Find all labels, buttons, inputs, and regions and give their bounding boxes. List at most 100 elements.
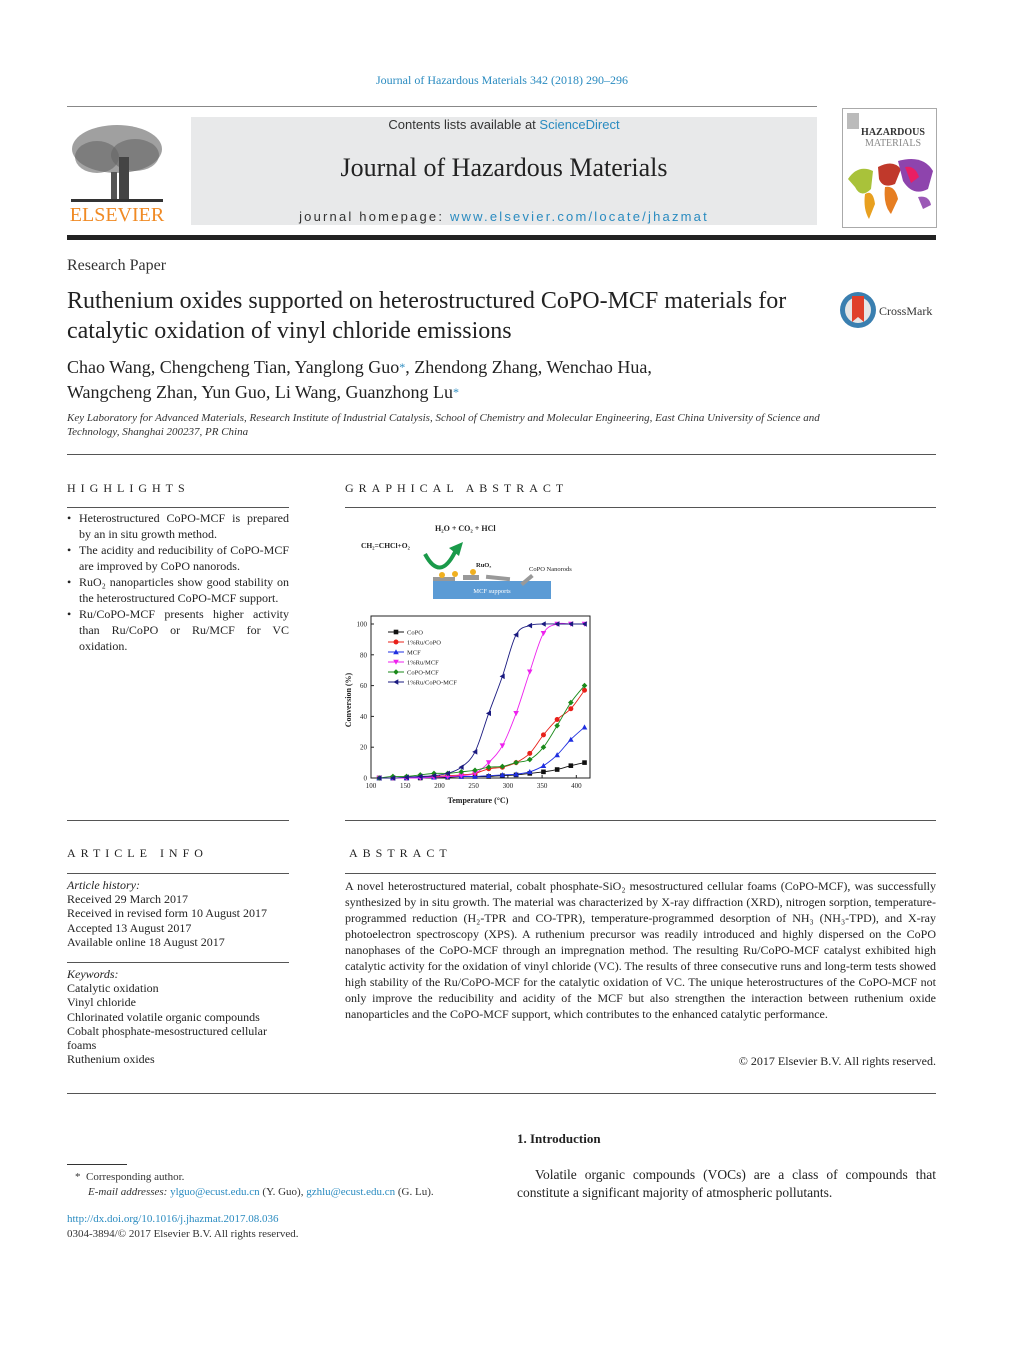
contents-line: Contents lists available at ScienceDirec… <box>191 117 817 132</box>
keyword-item: Ruthenium oxides <box>67 1052 155 1067</box>
footnote: * Corresponding author. E-mail addresses… <box>75 1170 434 1199</box>
author-list: Chao Wang, Chengcheng Tian, Yanglong Guo… <box>67 355 827 405</box>
legend-entry: 1%Ru/CoPO <box>388 639 441 647</box>
legend-label: 1%Ru/MCF <box>407 660 439 667</box>
email-name-guo: (Y. Guo), <box>259 1185 307 1198</box>
journal-title: Journal of Hazardous Materials <box>340 153 668 182</box>
abstract-heading: ABSTRACT <box>349 846 452 860</box>
cover-title-2: MATERIALS <box>865 138 921 149</box>
data-point <box>541 769 546 775</box>
series-line <box>379 622 585 779</box>
data-point <box>554 722 560 729</box>
history-online: Available online 18 August 2017 <box>67 934 225 949</box>
data-point <box>540 732 546 738</box>
divider <box>345 820 936 821</box>
corresponding-author-note: Corresponding author. <box>86 1171 185 1183</box>
scheme-ruox-label: RuOₓ <box>476 562 491 569</box>
data-point <box>458 764 464 771</box>
affiliation: Key Laboratory for Advanced Materials, R… <box>67 412 820 438</box>
x-tick-label: 250 <box>468 782 479 790</box>
corresponding-author-marker[interactable]: * <box>453 385 459 399</box>
legend-entry: MCF <box>388 649 421 657</box>
x-axis-label: Temperature (°C) <box>448 796 509 805</box>
legend-entry: CoPO-MCF <box>388 669 439 677</box>
email-link-lu[interactable]: gzhlu@ecust.edu.cn <box>306 1186 395 1198</box>
data-point <box>499 743 506 749</box>
data-point <box>513 759 519 766</box>
history-revised: Received in revised form 10 August 2017 <box>67 906 267 921</box>
footnote-star: * <box>75 1171 81 1183</box>
header-thick-divider <box>67 235 936 240</box>
legend-marker <box>393 639 399 645</box>
keyword-item: Vinyl chloride <box>67 995 136 1010</box>
highlights-list: Heterostructured CoPO-MCF is prepared by… <box>67 510 289 654</box>
abstract-copyright: © 2017 Elsevier B.V. All rights reserved… <box>738 1054 936 1068</box>
series-line <box>379 623 585 779</box>
data-point <box>568 763 574 768</box>
graphical-abstract-heading: GRAPHICAL ABSTRACT <box>345 481 569 495</box>
highlights-heading: HIGHLIGHTS <box>67 481 190 495</box>
elsevier-tree-icon: ELSEVIER <box>70 125 165 226</box>
email-label: E-mail addresses: <box>88 1185 171 1198</box>
divider <box>67 1093 936 1094</box>
issn-copyright: 0304-3894/© 2017 Elsevier B.V. All right… <box>67 1228 299 1240</box>
crossmark-label: CrossMark <box>879 304 932 318</box>
keywords-label: Keywords: <box>67 967 119 982</box>
highlight-item: RuO₂ nanoparticles show good stability o… <box>67 574 289 606</box>
y-tick-label: 0 <box>364 775 368 783</box>
keyword-item: Chlorinated volatile organic compounds <box>67 1009 260 1024</box>
legend-label: CoPO <box>407 630 423 637</box>
scheme-support-label: MCF supports <box>473 588 511 595</box>
series-copo-mcf <box>376 682 588 781</box>
article-type: Research Paper <box>67 257 167 274</box>
divider <box>345 873 936 874</box>
divider <box>67 507 289 508</box>
highlight-item: The acidity and reducibility of CoPO-MCF… <box>67 542 289 574</box>
x-tick-label: 150 <box>400 782 411 790</box>
journal-cover-image[interactable]: HAZARDOUS MATERIALS <box>842 108 937 228</box>
homepage-link[interactable]: www.elsevier.com/locate/jhazmat <box>450 209 709 224</box>
reaction-scheme: H₂O + CO₂ + HCl CH₂=CHCl+O₂ RuOₓ CoPO Na… <box>361 524 572 599</box>
legend-entry: 1%Ru/CoPO-MCF <box>388 679 457 687</box>
introduction-heading: 1. Introduction <box>517 1131 601 1146</box>
data-point <box>582 760 587 765</box>
keyword-item: Cobalt phosphate-mesostructured cellular… <box>67 1023 267 1053</box>
keyword-item: Catalytic oxidation <box>67 981 159 996</box>
divider <box>67 873 289 874</box>
data-point <box>526 756 533 763</box>
x-tick-label: 100 <box>366 782 377 790</box>
data-point <box>568 699 574 706</box>
x-tick-label: 300 <box>503 782 514 790</box>
abstract-text: A novel heterostructured material, cobal… <box>345 879 936 1021</box>
data-point <box>540 630 547 637</box>
legend-entry: 1%Ru/MCF <box>388 660 439 667</box>
article-info-heading: ARTICLE INFO <box>67 846 208 860</box>
data-point <box>568 706 574 712</box>
data-point <box>527 750 533 756</box>
legend-marker <box>393 679 399 685</box>
authors-part-2: , Zhendong Zhang, Wenchao Hua, <box>405 357 652 377</box>
y-axis-label: Conversion (%) <box>344 672 353 727</box>
legend-label: MCF <box>407 650 421 657</box>
email-link-guo[interactable]: ylguo@ecust.edu.cn <box>170 1186 260 1198</box>
conversion-chart: 100 150 200 250 300 350 400 0 20 40 60 80 100 CoPO 1%… <box>344 615 591 805</box>
data-point <box>513 631 519 638</box>
crossmark-icon: CrossMark <box>840 292 932 328</box>
reaction-arrow-icon <box>423 551 457 570</box>
data-point <box>526 622 533 629</box>
y-tick-label: 60 <box>360 682 368 690</box>
highlight-item: Ru/CoPO-MCF presents higher activity tha… <box>67 606 289 654</box>
highlight-item: Heterostructured CoPO-MCF is prepared by… <box>67 510 289 542</box>
data-point <box>581 724 588 730</box>
scheme-nanorods-label: CoPO Nanorods <box>529 566 572 573</box>
scheme-products: H₂O + CO₂ + HCl <box>435 524 496 533</box>
homepage-line: journal homepage: www.elsevier.com/locat… <box>191 209 817 224</box>
y-tick-label: 100 <box>357 621 368 629</box>
journal-reference-link[interactable]: Journal of Hazardous Materials 342 (2018… <box>0 73 1004 88</box>
sciencedirect-link[interactable]: ScienceDirect <box>539 117 619 132</box>
doi-link[interactable]: http://dx.doi.org/10.1016/j.jhazmat.2017… <box>67 1212 299 1227</box>
y-tick-label: 80 <box>360 651 368 659</box>
crossmark-button[interactable]: CrossMark <box>838 290 938 330</box>
data-point <box>554 767 560 772</box>
divider <box>67 820 289 821</box>
